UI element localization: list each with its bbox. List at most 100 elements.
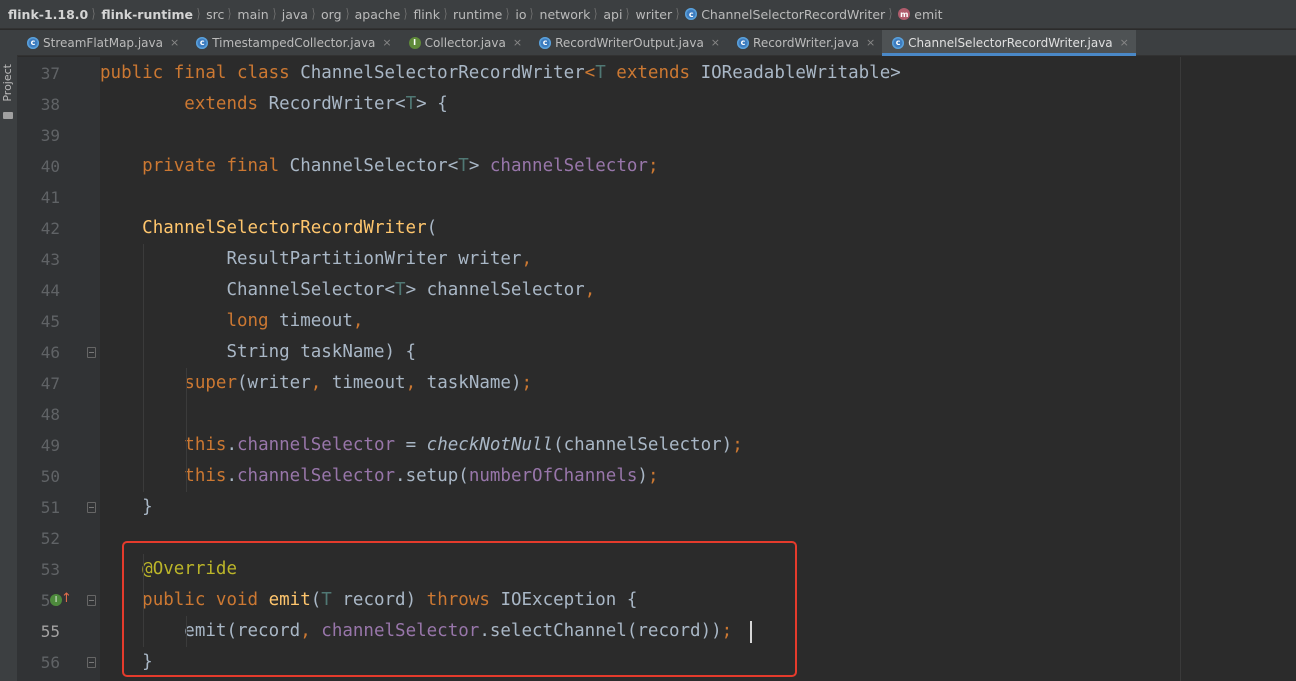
tab-close-icon[interactable]: × [866, 36, 875, 49]
project-tool-window-button[interactable]: Project [1, 64, 15, 102]
breadcrumb-label: flink [413, 6, 440, 22]
code-token: = [395, 435, 427, 455]
breadcrumb-item[interactable]: writer [636, 7, 673, 22]
breadcrumb-item[interactable]: flink-runtime [101, 7, 193, 22]
fold-toggle-icon[interactable] [87, 502, 96, 513]
breadcrumb-item[interactable]: main [237, 7, 268, 22]
right-margin-guide [1180, 57, 1181, 681]
fold-toggle-icon[interactable] [87, 347, 96, 358]
tab-label: RecordWriterOutput.java [555, 35, 704, 50]
breadcrumb-separator-icon: ⟩ [228, 6, 232, 22]
tab-close-icon[interactable]: × [513, 36, 522, 49]
code-token: this [184, 466, 227, 486]
line-number: 41 [40, 188, 60, 207]
breadcrumb: flink-1.18.0 ⟩ flink-runtime ⟩ src ⟩ main ⟩ java… [0, 0, 1296, 29]
code-token: super [184, 373, 237, 393]
breadcrumb-item[interactable]: api [603, 7, 622, 22]
fold-toggle-icon[interactable] [87, 595, 96, 606]
line-number: 46 [40, 343, 60, 362]
breadcrumb-item[interactable]: flink [413, 7, 440, 22]
tab-label: StreamFlatMap.java [43, 35, 163, 50]
code-token: channelSelector [237, 466, 396, 486]
breadcrumb-item[interactable]: flink-1.18.0 [8, 7, 88, 22]
code-line[interactable]: super(writer, timeout, taskName); [100, 368, 532, 399]
code-token: T [458, 156, 469, 176]
code-line[interactable]: extends RecordWriter<T> { [100, 89, 448, 120]
code-line[interactable]: this.channelSelector = checkNotNull(chan… [100, 430, 742, 461]
breadcrumb-separator-icon: ⟩ [196, 6, 201, 22]
code-token: > { [416, 94, 448, 114]
code-line[interactable]: public final class ChannelSelectorRecord… [100, 58, 901, 89]
line-number: 52 [40, 529, 60, 548]
line-number: 39 [40, 126, 60, 145]
code-token: IOReadableWritable [700, 63, 891, 83]
breadcrumb-separator-icon: ⟩ [443, 6, 448, 22]
breadcrumb-item[interactable]: m emit [898, 7, 943, 22]
tab-close-icon[interactable]: × [382, 36, 391, 49]
breadcrumb-item[interactable]: org [321, 7, 342, 22]
tab-close-icon[interactable]: × [711, 36, 720, 49]
tab-close-icon[interactable]: × [1120, 36, 1129, 49]
breadcrumb-separator-icon: ⟩ [594, 6, 598, 22]
code-token: ChannelSelector [289, 156, 448, 176]
code-line[interactable]: } [100, 492, 153, 523]
code-token: String taskName) { [226, 342, 417, 362]
breadcrumb-separator-icon: ⟩ [888, 6, 893, 22]
tab-label: TimestampedCollector.java [212, 35, 376, 50]
code-token: public final class [100, 63, 301, 83]
breadcrumb-item[interactable]: apache [355, 7, 401, 22]
line-number: 48 [40, 405, 60, 424]
code-token: , [521, 249, 532, 269]
code-token: < [395, 94, 406, 114]
code-line[interactable]: this.channelSelector.setup(numberOfChann… [100, 461, 658, 492]
breadcrumb-separator-icon: ⟩ [626, 6, 630, 22]
line-number: 44 [40, 281, 60, 300]
breadcrumb-separator-icon: ⟩ [404, 6, 408, 22]
breadcrumb-label: java [281, 6, 308, 22]
folder-icon[interactable] [3, 112, 13, 119]
breadcrumb-item[interactable]: network [540, 7, 591, 22]
code-line[interactable]: ChannelSelectorRecordWriter( [100, 213, 437, 244]
code-token: numberOfChannels [468, 466, 638, 486]
breadcrumb-item[interactable]: runtime [453, 7, 502, 22]
code-token: taskName) [426, 373, 522, 393]
code-line[interactable]: private final ChannelSelector<T> channel… [100, 151, 658, 182]
code-token: timeout [331, 373, 406, 393]
editor-tab[interactable]: c StreamFlatMap.java × [17, 30, 186, 55]
fold-toggle-icon[interactable] [87, 657, 96, 668]
breadcrumb-item[interactable]: src [206, 7, 224, 22]
class-icon: c [27, 36, 39, 49]
code-token: checkNotNull [426, 435, 554, 455]
editor-tab[interactable]: c ChannelSelectorRecordWriter.java × [882, 30, 1136, 56]
tab-close-icon[interactable]: × [170, 36, 179, 49]
breadcrumb-label: io [515, 6, 527, 22]
editor-tab[interactable]: c RecordWriter.java × [727, 30, 882, 55]
code-token: . [226, 435, 237, 455]
tab-label: ChannelSelectorRecordWriter.java [908, 35, 1113, 50]
editor-tab[interactable]: c TimestampedCollector.java × [186, 30, 398, 55]
code-line[interactable]: ResultPartitionWriter writer, [100, 244, 532, 275]
editor-tab[interactable]: I Collector.java × [399, 30, 529, 55]
code-token: extends [605, 63, 701, 83]
code-line[interactable]: ChannelSelector<T> channelSelector, [100, 275, 595, 306]
override-arrow-icon[interactable]: ↑ [61, 591, 72, 606]
breadcrumb-item[interactable]: io [515, 7, 526, 22]
code-token: channelSelector [237, 435, 396, 455]
breadcrumb-item[interactable]: java [282, 7, 308, 22]
code-token: > channelSelector [405, 280, 585, 300]
code-token: } [142, 497, 153, 517]
code-token: ResultPartitionWriter writer [226, 249, 522, 269]
code-token: , [310, 373, 332, 393]
code-line[interactable]: long timeout, [100, 306, 363, 337]
breadcrumb-label: runtime [453, 6, 503, 22]
code-token: ; [647, 466, 659, 486]
code-token: > [890, 63, 901, 83]
editor-tab[interactable]: c RecordWriterOutput.java × [529, 30, 727, 55]
breadcrumb-item[interactable]: c ChannelSelectorRecordWriter [685, 7, 885, 22]
code-token: T [405, 94, 417, 114]
code-line[interactable]: String taskName) { [100, 337, 416, 368]
